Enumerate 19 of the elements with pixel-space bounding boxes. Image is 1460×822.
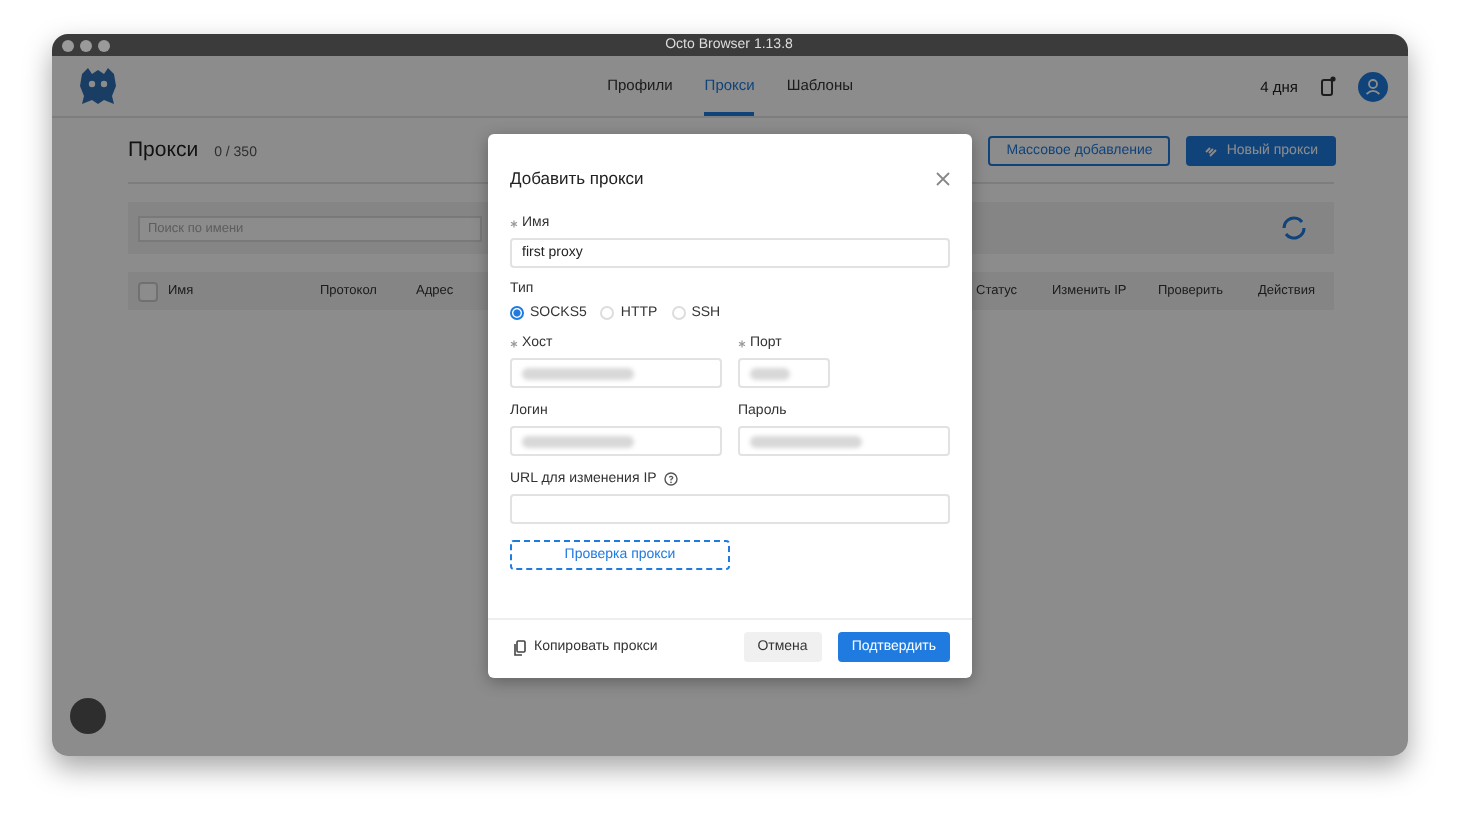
- input-field[interactable]: [738, 358, 830, 388]
- page-title: Прокси: [128, 138, 199, 162]
- phone-icon[interactable]: [1320, 76, 1336, 96]
- input-field[interactable]: [510, 494, 950, 524]
- avatar-icon[interactable]: [1358, 71, 1388, 101]
- help-icon[interactable]: [664, 472, 679, 486]
- required-asterisk-icon: [510, 339, 518, 347]
- select-all-checkbox[interactable]: [138, 281, 158, 301]
- input-field[interactable]: [738, 426, 950, 456]
- required-asterisk-icon: [738, 339, 746, 347]
- input-field[interactable]: [510, 358, 722, 388]
- required-asterisk-icon: [510, 219, 518, 227]
- refresh-icon[interactable]: [1280, 214, 1308, 242]
- octopus-logo-icon[interactable]: [76, 66, 120, 106]
- input-field[interactable]: [510, 426, 722, 456]
- dialog-title: Добавить прокси: [510, 168, 644, 188]
- chat-bubble-icon[interactable]: [70, 698, 106, 734]
- close-icon[interactable]: [936, 171, 950, 185]
- copy-icon: [514, 639, 526, 655]
